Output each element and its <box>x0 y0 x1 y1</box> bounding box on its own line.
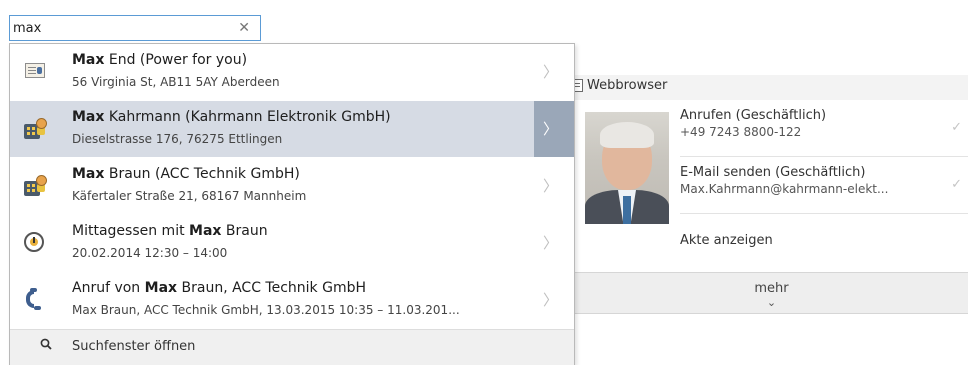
suggestion-item[interactable]: Max End (Power for you) 56 Virginia St, … <box>10 44 574 100</box>
check-icon: ✓ <box>951 177 962 192</box>
chevron-right-icon[interactable]: 〉 <box>543 118 558 139</box>
call-business-label: Anrufen (Geschäftlich) <box>680 108 827 123</box>
suggestion-subtitle: Max Braun, ACC Technik GmbH, 13.03.2015 … <box>72 303 460 317</box>
suggestion-subtitle: 56 Virginia St, AB11 5AY Aberdeen <box>72 75 280 89</box>
webbrowser-button[interactable]: Webbrowser <box>572 78 667 93</box>
email-business-action[interactable]: E-Mail senden (Geschäftlich) Max.Kahrman… <box>680 157 968 214</box>
suggestion-item[interactable]: Anruf von Max Braun, ACC Technik GmbH Ma… <box>10 272 574 328</box>
phone-call-icon <box>20 288 46 312</box>
open-search-window-button[interactable]: Suchfenster öffnen <box>10 329 574 365</box>
open-search-window-label: Suchfenster öffnen <box>72 339 196 354</box>
chevron-right-icon[interactable]: 〉 <box>543 175 558 196</box>
suggestion-subtitle: Käfertaler Straße 21, 68167 Mannheim <box>72 189 307 203</box>
suggestion-item[interactable]: Mittagessen mit Max Braun 20.02.2014 12:… <box>10 215 574 271</box>
suggestion-title: Mittagessen mit Max Braun <box>72 223 268 239</box>
suggestion-item[interactable]: Max Braun (ACC Technik GmbH) Käfertaler … <box>10 158 574 214</box>
more-button[interactable]: mehr ⌄ <box>575 272 968 314</box>
chevron-right-icon[interactable]: 〉 <box>543 289 558 310</box>
email-business-address: Max.Kahrmann@kahrmann-elekt... <box>680 182 889 196</box>
suggestion-subtitle: Dieselstrasse 176, 76275 Ettlingen <box>72 132 283 146</box>
suggestion-title: Anruf von Max Braun, ACC Technik GmbH <box>72 280 367 296</box>
call-business-number: +49 7243 8800-122 <box>680 125 802 139</box>
suggestion-title: Max Braun (ACC Technik GmbH) <box>72 166 300 182</box>
open-file-label: Akte anzeigen <box>680 233 773 248</box>
suggestion-title: Max End (Power for you) <box>72 52 248 68</box>
email-business-label: E-Mail senden (Geschäftlich) <box>680 165 866 180</box>
call-business-action[interactable]: Anrufen (Geschäftlich) +49 7243 8800-122… <box>680 100 968 157</box>
contact-card-icon <box>20 60 46 84</box>
chevron-right-icon[interactable]: 〉 <box>543 61 558 82</box>
search-box[interactable]: ✕ <box>9 15 261 41</box>
search-icon <box>40 338 52 350</box>
open-file-action[interactable]: Akte anzeigen <box>680 214 968 271</box>
chevron-right-icon[interactable]: 〉 <box>543 232 558 253</box>
appointment-clock-icon <box>20 231 46 255</box>
chevron-down-icon: ⌄ <box>766 296 777 309</box>
suggestion-subtitle: 20.02.2014 12:30 – 14:00 <box>72 246 228 260</box>
clear-search-icon[interactable]: ✕ <box>238 19 250 37</box>
check-icon: ✓ <box>951 120 962 135</box>
suggestion-title: Max Kahrmann (Kahrmann Elektronik GmbH) <box>72 109 391 125</box>
suggestion-item-selected[interactable]: Max Kahrmann (Kahrmann Elektronik GmbH) … <box>10 101 574 157</box>
webbrowser-label: Webbrowser <box>587 78 668 93</box>
search-suggestions: Max End (Power for you) 56 Virginia St, … <box>9 43 575 365</box>
contact-photo <box>585 112 669 224</box>
company-contact-icon <box>20 174 47 198</box>
search-input[interactable] <box>13 17 228 39</box>
company-contact-icon <box>20 117 47 141</box>
more-label: mehr <box>754 281 789 296</box>
